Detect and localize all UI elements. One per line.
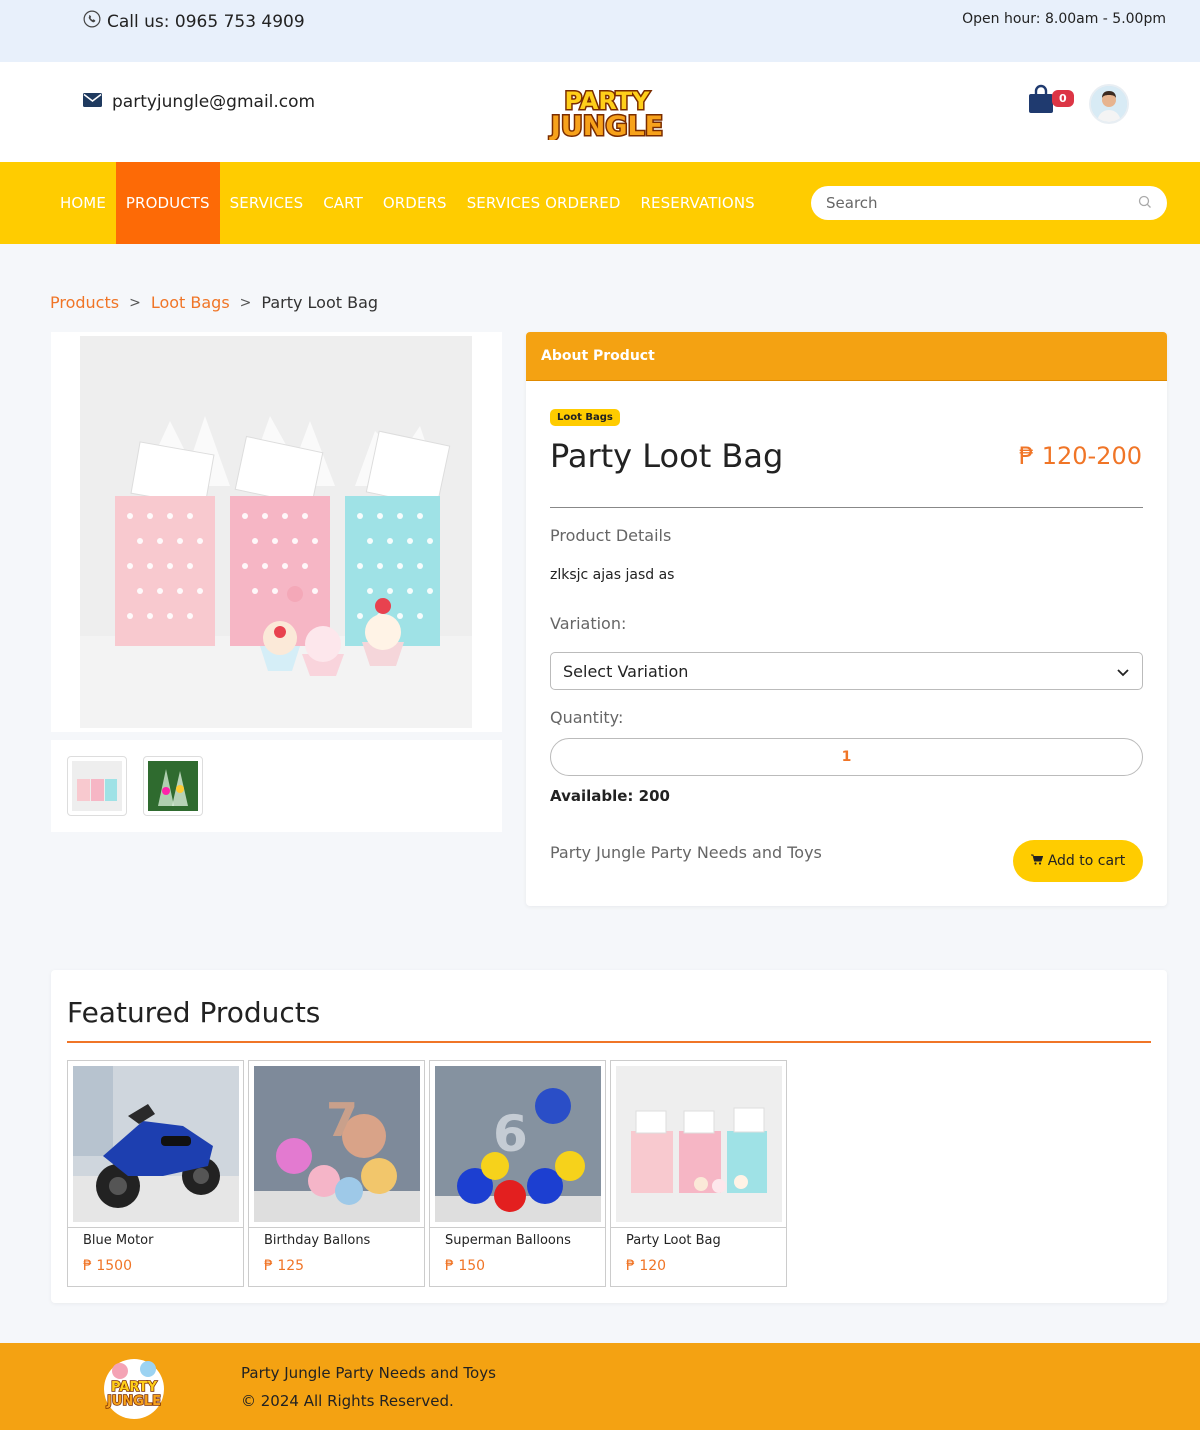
card-divider <box>249 1227 424 1228</box>
product-image-party-loot-bag <box>616 1066 782 1222</box>
email-contact: partyjungle@gmail.com <box>83 92 315 112</box>
shopping-bag-icon <box>1028 84 1054 118</box>
footer-logo: PARTY JUNGLE <box>98 1351 170 1423</box>
featured-products-title: Featured Products <box>67 996 321 1029</box>
svg-text:JUNGLE: JUNGLE <box>106 1394 161 1409</box>
search-box <box>811 186 1167 220</box>
thumbnail-2[interactable] <box>143 756 203 816</box>
featured-product-name: Superman Balloons <box>445 1233 571 1248</box>
featured-product-card[interactable]: 6 Superman Balloons ₱ 150 <box>429 1060 606 1287</box>
nav-item-products[interactable]: PRODUCTS <box>115 162 220 244</box>
about-product-card: About Product Loot Bags Party Loot Bag ₱… <box>526 332 1167 906</box>
card-divider <box>68 1227 243 1228</box>
main-nav: HOME PRODUCTS SERVICES CART ORDERS SERVI… <box>0 162 1200 244</box>
product-image-panel <box>51 332 502 732</box>
card-divider <box>611 1227 786 1228</box>
product-thumbnails <box>51 740 502 832</box>
featured-product-price: ₱ 150 <box>445 1258 486 1274</box>
phone-text: Call us: 0965 753 4909 <box>107 11 305 32</box>
featured-product-card[interactable]: 7 Birthday Ballons ₱ 125 <box>248 1060 425 1287</box>
featured-product-card[interactable]: Party Loot Bag ₱ 120 <box>610 1060 787 1287</box>
nav-item-services-ordered[interactable]: SERVICES ORDERED <box>457 162 631 244</box>
featured-divider <box>67 1041 1151 1043</box>
svg-text:6: 6 <box>493 1105 528 1163</box>
about-product-header: About Product <box>526 332 1167 381</box>
search-input[interactable] <box>826 194 1138 212</box>
product-title: Party Loot Bag <box>550 437 784 475</box>
nav-item-services[interactable]: SERVICES <box>220 162 314 244</box>
nav-item-orders[interactable]: ORDERS <box>373 162 457 244</box>
breadcrumb: Products > Loot Bags > Party Loot Bag <box>50 293 378 312</box>
product-main-image <box>80 336 472 728</box>
breadcrumb-current: Party Loot Bag <box>261 293 379 312</box>
nav-menu: HOME PRODUCTS SERVICES CART ORDERS SERVI… <box>50 162 765 244</box>
svg-text:7: 7 <box>326 1093 358 1147</box>
phone-icon <box>83 10 101 33</box>
chevron-right-icon: > <box>239 294 252 311</box>
envelope-icon <box>83 92 102 112</box>
available-stock: Available: 200 <box>550 787 670 805</box>
featured-product-price: ₱ 120 <box>626 1258 667 1274</box>
variation-label: Variation: <box>550 614 627 633</box>
card-divider <box>430 1227 605 1228</box>
variation-select-value: Select Variation <box>563 661 689 681</box>
site-header: partyjungle@gmail.com PARTY JUNGLE 0 <box>0 62 1200 162</box>
product-details-label: Product Details <box>550 526 672 545</box>
featured-products-section: Featured Products Blue Motor ₱ 1500 7 Bi… <box>51 970 1167 1303</box>
header-cart-button[interactable]: 0 <box>1028 84 1078 118</box>
quantity-label: Quantity: <box>550 708 624 727</box>
footer-company-name: Party Jungle Party Needs and Toys <box>241 1364 496 1382</box>
product-image-superman-balloons: 6 <box>435 1066 601 1222</box>
cart-count-badge: 0 <box>1052 90 1074 107</box>
cart-icon <box>1030 853 1043 869</box>
product-price: ₱ 120-200 <box>1018 442 1142 470</box>
product-details-text: zlksjc ajas jasd as <box>550 567 675 583</box>
featured-product-name: Party Loot Bag <box>626 1233 721 1248</box>
featured-product-name: Birthday Ballons <box>264 1233 371 1248</box>
add-to-cart-button[interactable]: Add to cart <box>1013 840 1143 882</box>
category-badge: Loot Bags <box>550 409 620 426</box>
product-image-birthday-ballons: 7 <box>254 1066 420 1222</box>
phone-contact: Call us: 0965 753 4909 <box>83 10 305 33</box>
email-text: partyjungle@gmail.com <box>112 92 316 112</box>
chevron-down-icon <box>1116 662 1130 681</box>
featured-product-card[interactable]: Blue Motor ₱ 1500 <box>67 1060 244 1287</box>
user-avatar[interactable] <box>1089 84 1129 124</box>
chevron-right-icon: > <box>129 294 141 311</box>
add-to-cart-label: Add to cart <box>1047 853 1126 869</box>
nav-item-home[interactable]: HOME <box>50 162 116 244</box>
featured-product-price: ₱ 1500 <box>83 1258 132 1274</box>
footer-copyright: © 2024 All Rights Reserved. <box>241 1392 454 1410</box>
nav-item-reservations[interactable]: RESERVATIONS <box>631 162 765 244</box>
product-image-blue-motor <box>73 1066 239 1222</box>
variation-select[interactable]: Select Variation <box>550 652 1143 690</box>
breadcrumb-products[interactable]: Products <box>50 293 119 312</box>
nav-item-cart[interactable]: CART <box>313 162 373 244</box>
party-jungle-logo[interactable]: PARTY JUNGLE <box>534 84 680 144</box>
breadcrumb-loot-bags[interactable]: Loot Bags <box>151 293 230 312</box>
logo-text-bottom: JUNGLE <box>549 111 663 140</box>
featured-product-name: Blue Motor <box>83 1233 154 1248</box>
divider <box>550 507 1143 508</box>
open-hours: Open hour: 8.00am - 5.00pm <box>962 11 1166 27</box>
thumbnail-1[interactable] <box>67 756 127 816</box>
featured-product-price: ₱ 125 <box>264 1258 305 1274</box>
top-bar: Call us: 0965 753 4909 Open hour: 8.00am… <box>0 0 1200 62</box>
svg-text:PARTY: PARTY <box>111 1380 158 1395</box>
site-footer: PARTY JUNGLE Party Jungle Party Needs an… <box>0 1343 1200 1430</box>
shop-name: Party Jungle Party Needs and Toys <box>550 843 822 862</box>
quantity-input[interactable]: 1 <box>550 738 1143 776</box>
search-icon[interactable] <box>1138 194 1152 213</box>
